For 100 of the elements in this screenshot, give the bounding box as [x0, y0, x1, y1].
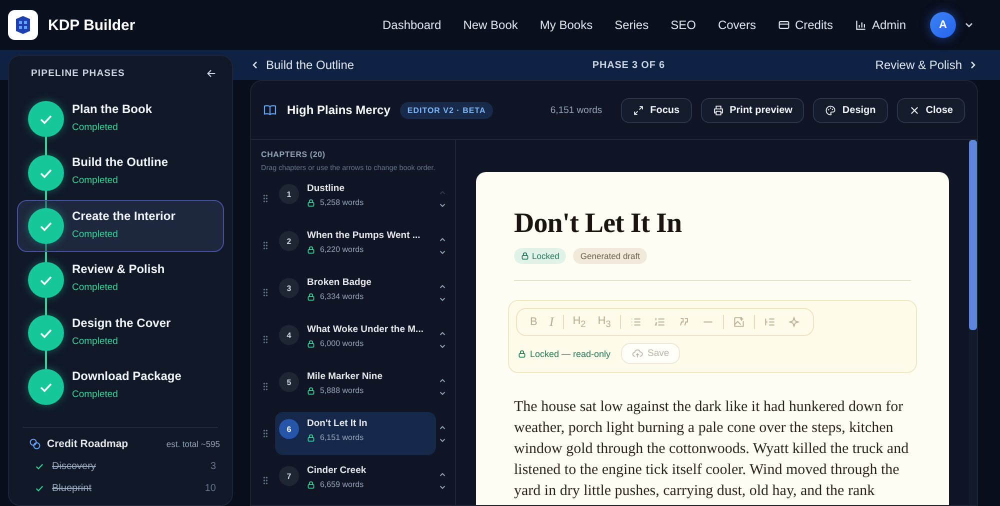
drag-handle-icon[interactable]	[263, 382, 268, 391]
credit-estimate: est. total ~595	[166, 438, 220, 449]
phase-name: Build the Outline	[72, 155, 168, 170]
phase-item[interactable]: Create the Interior Completed	[17, 200, 224, 252]
chapter-word-count: 5,258 words	[320, 198, 364, 207]
chapter-word-count: 5,888 words	[320, 386, 364, 395]
phase-name: Download Package	[72, 369, 182, 384]
bar-chart-icon	[854, 19, 867, 31]
check-circle-icon	[28, 208, 64, 244]
palette-icon	[825, 104, 836, 116]
check-circle-icon	[28, 154, 64, 191]
chapter-title: Cinder Creek	[307, 465, 366, 476]
chapter-word-count: 6,659 words	[320, 480, 364, 489]
logo-icon	[8, 10, 38, 40]
chapter-number: 5	[279, 372, 299, 392]
chapter-number: 6	[279, 419, 299, 439]
chapter-text: The house sat low against the dark like it had hunkered down for weather, porch light burning a pale cone over the steps, kitchen window gold through the cottonwoods. Wyatt killed the truck and listened to the engine tick itself cooler. Wind moved through the yard in dry little pushes, carrying dust, old hay, and the rank	[514, 398, 910, 501]
expand-icon	[633, 104, 644, 116]
credit-roadmap-title: Credit Roadmap	[47, 438, 130, 450]
chapters-heading: CHAPTERS (20)	[261, 150, 326, 159]
chapter-word-count: 6,220 words	[320, 245, 364, 254]
chapter-word-count: 6,000 words	[320, 339, 364, 348]
roadmap-cost: 10	[204, 482, 216, 494]
chevron-right-icon	[968, 60, 978, 70]
lock-icon	[518, 350, 526, 358]
chapter-item[interactable]: 1 Dustline 5,258 words	[275, 177, 436, 220]
nav-link[interactable]: Admin	[854, 18, 906, 32]
chapter-item[interactable]: 2 When the Pumps Went ... 6,220 words	[275, 224, 436, 267]
drag-handle-icon[interactable]	[263, 476, 268, 485]
check-circle-icon	[28, 101, 64, 137]
phase-indicator: PHASE 3 OF 6	[592, 60, 665, 70]
chapter-title: Dustline	[307, 183, 346, 194]
chapter-item[interactable]: 3 Broken Badge 6,334 words	[275, 271, 436, 314]
drag-handle-icon[interactable]	[263, 194, 268, 203]
roadmap-step: Blueprint	[52, 482, 197, 494]
chapter-title: What Woke Under the M...	[307, 324, 424, 335]
previous-phase-link[interactable]: Build the Outline	[250, 58, 354, 72]
back-arrow-icon[interactable]	[206, 68, 217, 79]
roadmap-step: Discovery	[52, 460, 202, 472]
cloud-upload-icon	[632, 348, 643, 359]
drag-handle-icon[interactable]	[263, 288, 268, 297]
toolbar-button[interactable]: Focus	[621, 98, 692, 122]
phase-status: Completed	[72, 122, 119, 132]
book-title: High Plains Mercy	[287, 103, 390, 117]
nav-link[interactable]: Dashboard	[382, 18, 442, 32]
phase-status: Completed	[72, 228, 119, 240]
drag-handle-icon[interactable]	[263, 429, 268, 438]
chapter-item[interactable]: 7 Cinder Creek 6,659 words	[275, 459, 436, 502]
nav-link[interactable]: SEO	[670, 18, 696, 32]
scrollbar-thumb[interactable]	[969, 140, 977, 330]
phase-status: Completed	[72, 175, 119, 186]
chapter-number: 2	[279, 231, 299, 251]
drag-handle-icon[interactable]	[263, 241, 268, 250]
chapter-title: When the Pumps Went ...	[307, 230, 420, 241]
word-count: 6,151 words	[550, 104, 602, 116]
nav-link[interactable]: Covers	[718, 18, 756, 32]
chapter-item[interactable]: 4 What Woke Under the M... 6,000 words	[275, 318, 436, 361]
chevron-left-icon	[250, 60, 260, 70]
nav-link[interactable]: Series	[614, 18, 649, 32]
check-circle-icon	[28, 315, 64, 352]
status-tag: Locked	[514, 248, 566, 264]
phase-item[interactable]: Plan the Book Completed	[17, 93, 224, 145]
next-phase-link[interactable]: Review & Polish	[875, 58, 978, 72]
phase-item[interactable]: Design the Cover Completed	[17, 307, 224, 360]
phase-status: Completed	[72, 336, 119, 347]
coins-icon	[29, 438, 41, 450]
editor-badge: EDITOR V2 · BETA	[400, 102, 493, 118]
phase-status: Completed	[72, 389, 119, 400]
toolbar-button[interactable]: Print preview	[700, 98, 804, 122]
drag-handle-icon[interactable]	[263, 335, 268, 344]
chapter-title: Broken Badge	[307, 277, 372, 288]
phase-name: Create the Interior	[72, 208, 176, 223]
nav-link[interactable]: My Books	[540, 18, 593, 32]
toolbar-button[interactable]: Design	[813, 98, 888, 122]
printer-icon	[712, 104, 724, 116]
phase-status: Completed	[72, 282, 119, 294]
phase-name: Design the Cover	[72, 316, 171, 330]
chapter-item[interactable]: 6 Don't Let It In 6,151 words	[275, 412, 436, 455]
chapter-title: Mile Marker Nine	[307, 371, 382, 382]
credit-card-icon	[778, 19, 790, 31]
user-avatar[interactable]: A	[930, 12, 956, 38]
chapter-number: 4	[279, 325, 299, 345]
lock-icon	[521, 252, 529, 260]
toolbar-button[interactable]: Close	[896, 98, 965, 122]
lock-status: Locked — read-only	[530, 348, 611, 358]
phase-name: Plan the Book	[72, 102, 152, 116]
chapter-number: 1	[279, 184, 299, 204]
phase-item[interactable]: Review & Polish Completed	[17, 254, 224, 306]
phase-item[interactable]: Build the Outline Completed	[17, 146, 224, 199]
nav-link[interactable]: Credits	[778, 18, 833, 32]
sidebar-title: PIPELINE PHASES	[31, 68, 125, 79]
book-icon	[263, 103, 277, 117]
caret-icon[interactable]	[964, 20, 974, 30]
close-icon	[908, 104, 920, 116]
nav-link[interactable]: New Book	[463, 18, 518, 32]
chapter-number: 3	[279, 278, 299, 298]
check-circle-icon	[28, 368, 64, 405]
chapter-item[interactable]: 5 Mile Marker Nine 5,888 words	[275, 365, 436, 408]
app-name: KDP Builder	[48, 16, 136, 34]
phase-item[interactable]: Download Package Completed	[17, 360, 224, 413]
